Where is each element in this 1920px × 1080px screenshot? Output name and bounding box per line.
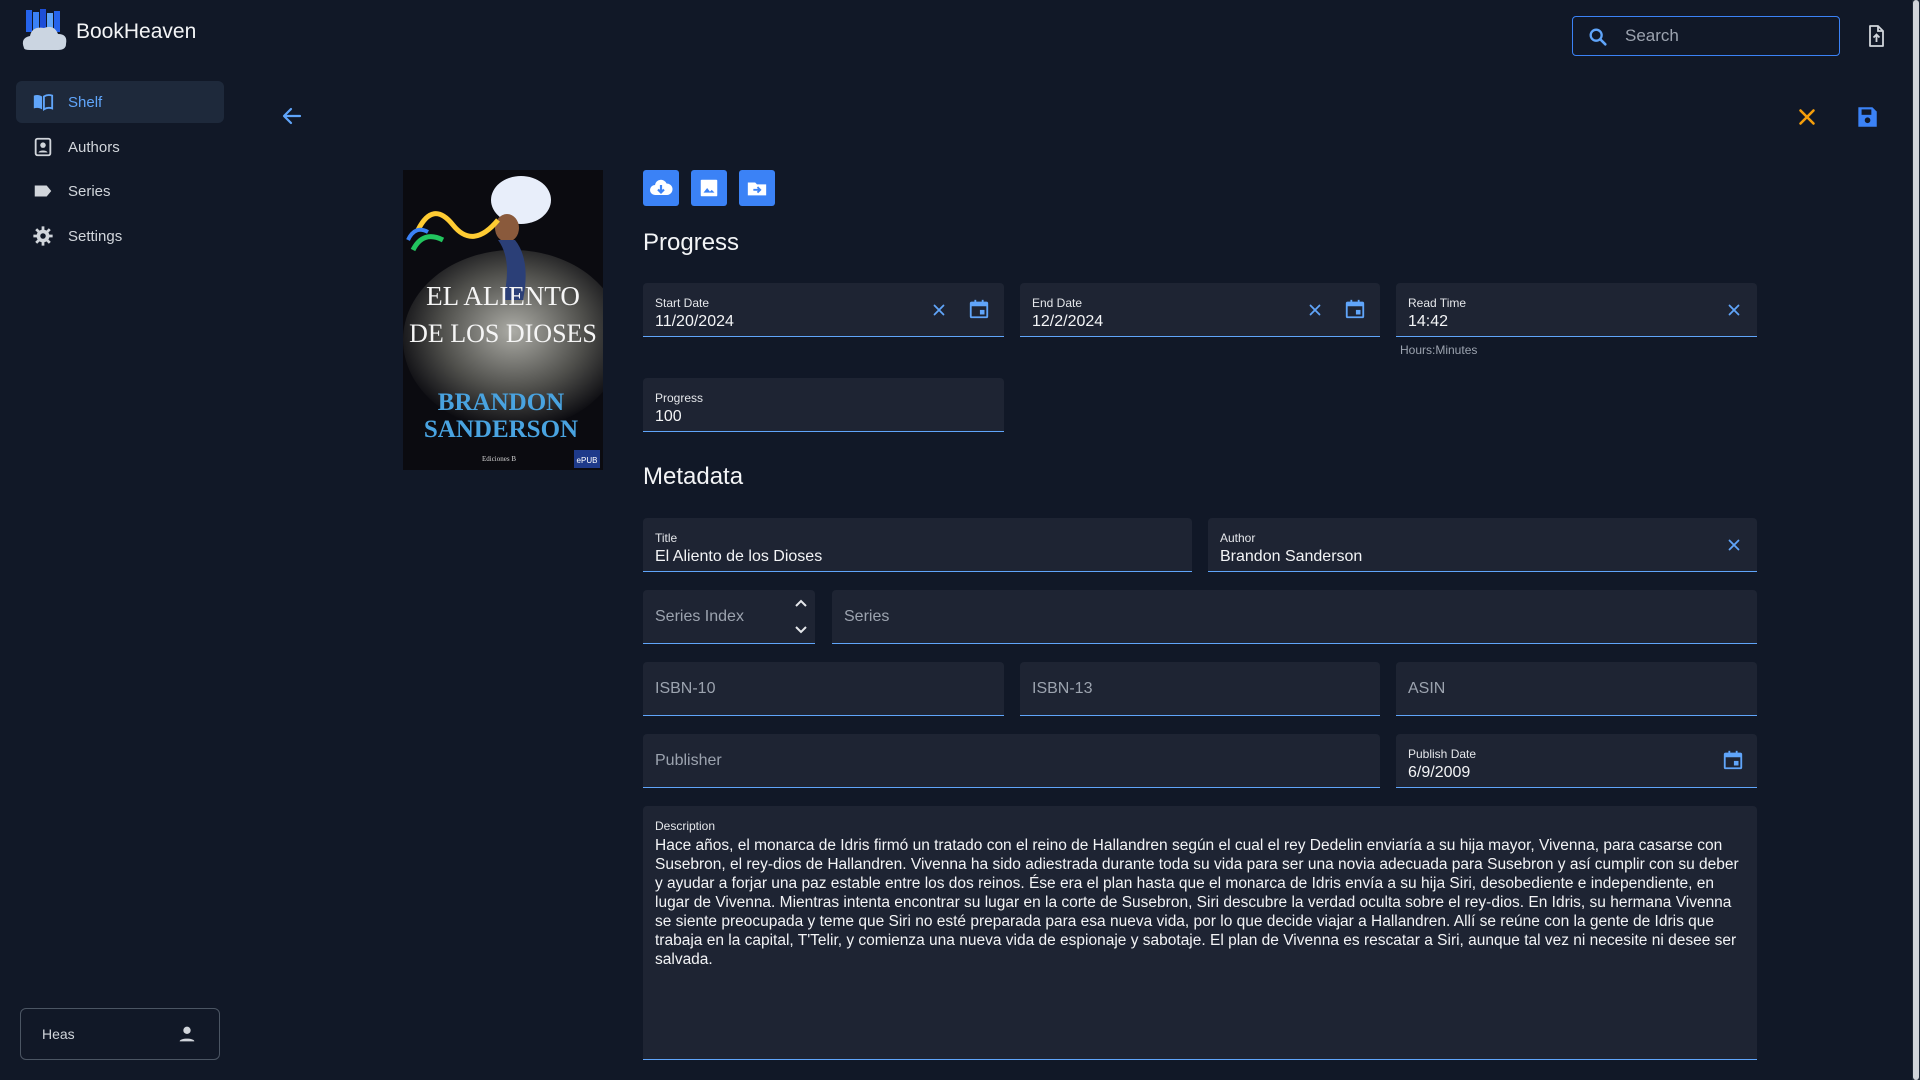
cancel-close-icon[interactable] <box>1794 104 1820 130</box>
field-value[interactable]: 6/9/2009 <box>1408 764 1470 782</box>
field-placeholder: ISBN-13 <box>1032 679 1093 697</box>
field-placeholder: ASIN <box>1408 679 1446 697</box>
progress-heading: Progress <box>643 229 740 256</box>
field-value[interactable]: Brandon Sanderson <box>1220 548 1362 566</box>
sidebar-item-label: Series <box>68 183 111 200</box>
scrollbar[interactable] <box>1912 0 1920 1080</box>
field-label: End Date <box>1032 296 1083 310</box>
calendar-icon[interactable] <box>1722 749 1744 771</box>
asin-field[interactable]: ASIN <box>1396 662 1757 716</box>
progress-field[interactable]: Progress 100 <box>643 378 1004 432</box>
contact-card-icon <box>32 136 54 158</box>
search-box[interactable] <box>1572 16 1840 56</box>
sidebar-item-settings[interactable]: Settings <box>16 215 224 257</box>
field-placeholder: ISBN-10 <box>655 679 716 697</box>
user-name: Heas <box>42 1026 75 1042</box>
save-icon[interactable] <box>1854 104 1880 130</box>
search-icon <box>1587 26 1609 48</box>
isbn10-field[interactable]: ISBN-10 <box>643 662 1004 716</box>
title-field[interactable]: Title El Aliento de los Dioses <box>643 518 1192 572</box>
calendar-icon[interactable] <box>968 298 990 320</box>
sidebar-item-series[interactable]: Series <box>16 170 224 212</box>
field-label: Progress <box>655 391 704 405</box>
book-open-icon <box>32 91 54 113</box>
gear-icon <box>32 225 54 247</box>
cloud-download-icon <box>649 176 673 200</box>
field-label: Read Time <box>1408 296 1467 310</box>
field-placeholder: Publisher <box>655 751 722 769</box>
back-arrow-icon[interactable] <box>280 104 304 128</box>
field-placeholder: Series <box>844 607 890 625</box>
sidebar-item-label: Authors <box>68 139 120 156</box>
calendar-icon[interactable] <box>1344 298 1366 320</box>
sidebar: Shelf Authors Series Settings <box>0 70 236 1080</box>
field-label: Title <box>655 531 678 545</box>
clear-icon[interactable] <box>930 301 948 319</box>
cover-format-badge: ePUB <box>577 456 598 465</box>
read-time-hint: Hours:Minutes <box>1400 343 1478 357</box>
move-to-folder-button[interactable] <box>739 170 775 206</box>
sidebar-item-shelf[interactable]: Shelf <box>16 81 224 123</box>
metadata-heading: Metadata <box>643 463 744 490</box>
cover-publisher: Ediciones B <box>482 455 516 463</box>
description-textarea[interactable]: Hace años, el monarca de Idris firmó un … <box>655 836 1745 969</box>
isbn13-field[interactable]: ISBN-13 <box>1020 662 1380 716</box>
upload-file-icon[interactable] <box>1864 24 1888 48</box>
label-tag-icon <box>32 180 54 202</box>
person-icon <box>176 1023 198 1045</box>
author-field[interactable]: Author Brandon Sanderson <box>1208 518 1757 572</box>
user-menu-button[interactable]: Heas <box>20 1008 220 1060</box>
field-label: Publish Date <box>1408 747 1477 761</box>
field-value[interactable]: 11/20/2024 <box>655 313 734 331</box>
clear-icon[interactable] <box>1725 536 1743 554</box>
book-cover-image: EL ALIENTO DE LOS DIOSES BRANDON SANDERS… <box>403 170 603 470</box>
image-icon <box>698 177 720 199</box>
increment-chevron-up-icon[interactable] <box>793 596 809 610</box>
read-time-field[interactable]: Read Time 14:42 <box>1396 283 1757 337</box>
field-value[interactable]: El Aliento de los Dioses <box>655 548 822 566</box>
cover-title-line1: EL ALIENTO <box>426 281 580 311</box>
series-index-field[interactable]: Series Index <box>643 590 815 644</box>
search-input[interactable] <box>1625 17 1825 55</box>
clear-icon[interactable] <box>1725 301 1743 319</box>
app-logo-icon <box>20 8 68 52</box>
clear-icon[interactable] <box>1306 301 1324 319</box>
folder-arrow-icon <box>746 177 768 199</box>
cover-author-line2: SANDERSON <box>424 416 578 443</box>
field-placeholder: Series Index <box>655 607 744 625</box>
field-value[interactable]: 14:42 <box>1408 313 1448 331</box>
field-label: Start Date <box>655 296 710 310</box>
publish-date-field[interactable]: Publish Date 6/9/2009 <box>1396 734 1757 788</box>
cover-author-line1: BRANDON <box>438 389 564 416</box>
app-title: BookHeaven <box>76 20 197 43</box>
top-bar: BookHeaven <box>0 0 1920 70</box>
field-value[interactable]: 100 <box>655 408 682 426</box>
description-field[interactable]: Description Hace años, el monarca de Idr… <box>643 806 1757 1060</box>
sidebar-item-label: Settings <box>68 228 123 245</box>
series-field[interactable]: Series <box>832 590 1757 644</box>
publisher-field[interactable]: Publisher <box>643 734 1380 788</box>
field-label: Author <box>1220 531 1256 545</box>
change-cover-image-button[interactable] <box>691 170 727 206</box>
field-label: Description <box>655 819 716 833</box>
sidebar-item-authors[interactable]: Authors <box>16 126 224 168</box>
sidebar-item-label: Shelf <box>68 94 103 111</box>
decrement-chevron-down-icon[interactable] <box>793 623 809 637</box>
field-value[interactable]: 12/2/2024 <box>1032 313 1103 331</box>
end-date-field[interactable]: End Date 12/2/2024 <box>1020 283 1380 337</box>
scrollbar-thumb[interactable] <box>1913 0 1919 1080</box>
start-date-field[interactable]: Start Date 11/20/2024 <box>643 283 1004 337</box>
download-cloud-button[interactable] <box>643 170 679 206</box>
cover-title-line2: DE LOS DIOSES <box>409 319 597 348</box>
